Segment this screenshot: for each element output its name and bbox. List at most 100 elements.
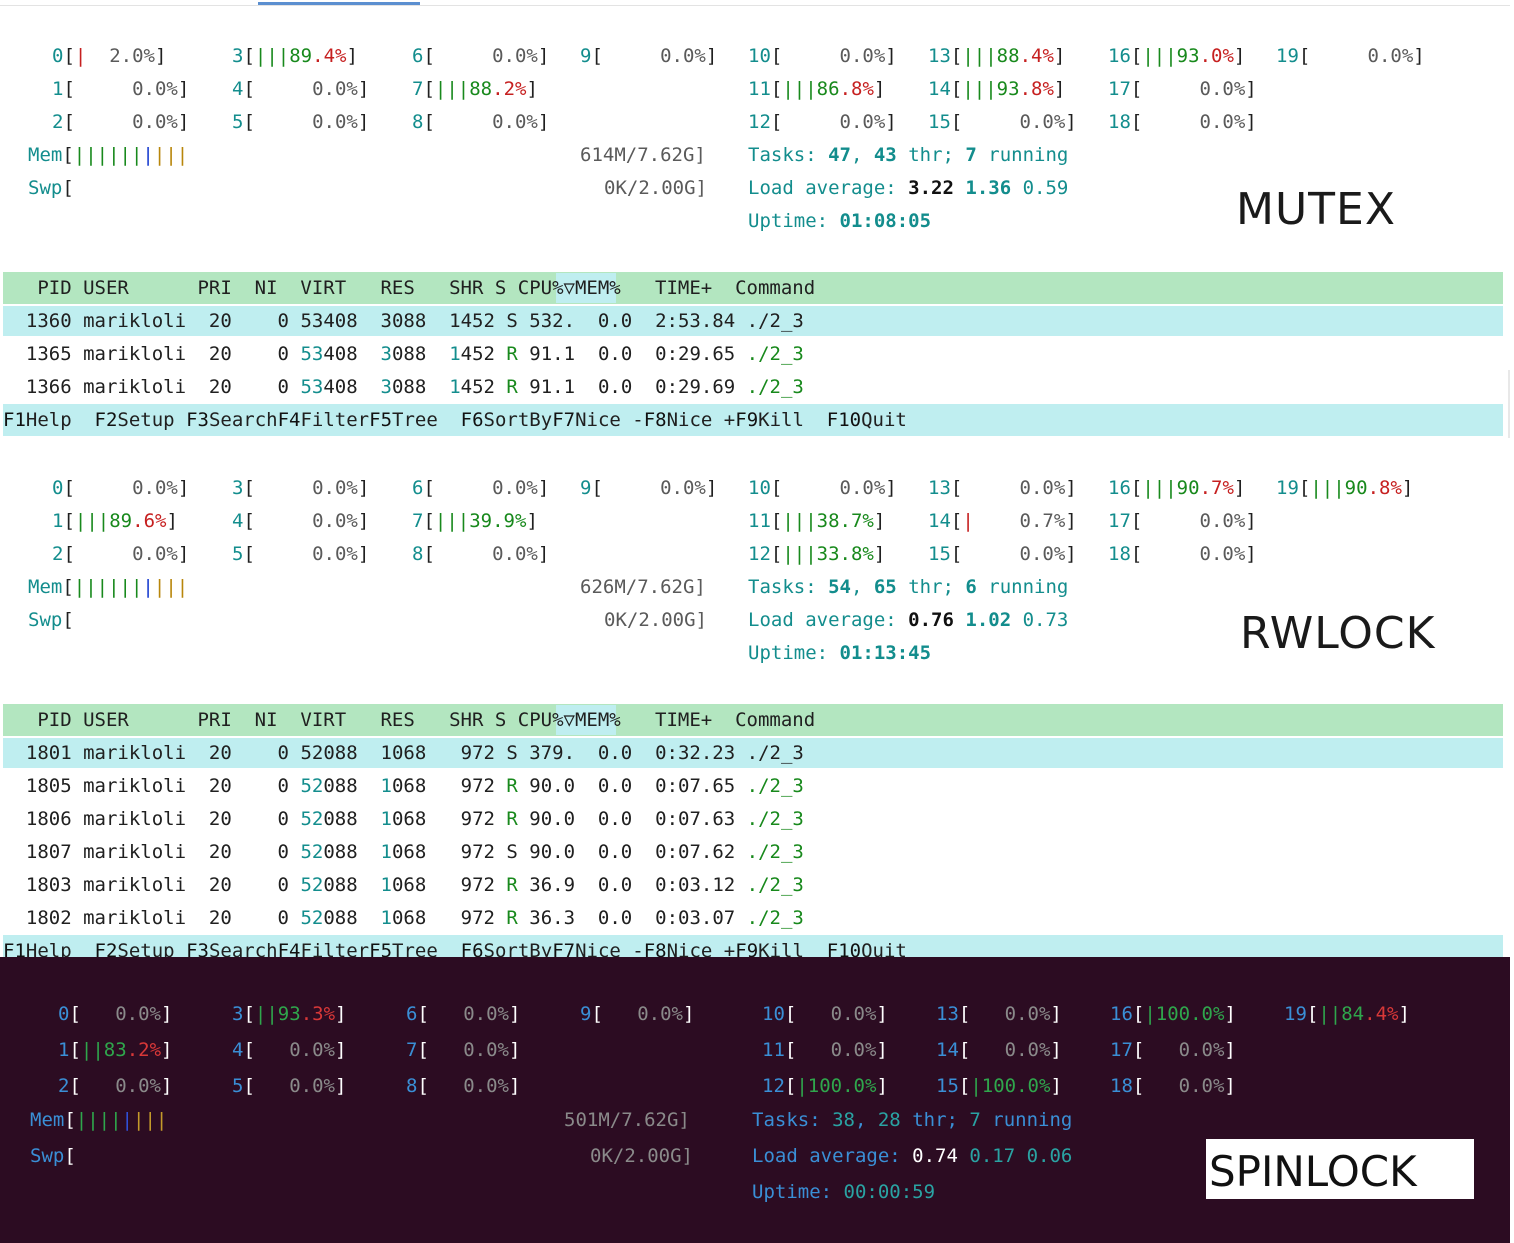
cpu-value-frac: .7%	[1199, 477, 1234, 499]
fkey-f6[interactable]: F6SortBy	[461, 409, 553, 431]
mutex-cpu-meter-6: 6[ 0.0%]	[412, 46, 549, 66]
pid: 1365	[3, 343, 72, 365]
rwlock-cpu-meter-18: 18[ 0.0%]	[1108, 544, 1257, 564]
cpu-value-frac: .4%	[1019, 45, 1054, 67]
cpu-percent: 90.0	[517, 775, 576, 797]
mutex-process-row-1360[interactable]: 1360 marikloli 20 0 53408 3088 1452 S 53…	[3, 311, 804, 331]
mutex-process-row-1366[interactable]: 1366 marikloli 20 0 53408 3088 1452 R 91…	[3, 377, 804, 397]
rwlock-cpu-meter-12: 12[|||33.8%]	[748, 544, 885, 564]
virt-hi: 52	[289, 775, 324, 797]
cpu-number: 19	[1284, 1003, 1307, 1025]
running-label: running	[976, 576, 1069, 598]
shr: 972	[426, 775, 495, 797]
cpu-number: 6	[412, 45, 424, 67]
cpu-value-int: 93	[1176, 45, 1200, 67]
meter-bracket: ]	[1401, 477, 1414, 499]
mutex-cpu-meter-2: 2[ 0.0%]	[52, 112, 189, 132]
cpu-value-frac: .2%	[126, 1039, 162, 1061]
rwlock-cpu-meter-17: 17[ 0.0%]	[1108, 511, 1257, 531]
user: marikloli	[71, 808, 187, 830]
fkey-f5[interactable]: F5Tree	[369, 409, 461, 431]
mutex-cpu-meter-5: 5[ 0.0%]	[232, 112, 369, 132]
cpu-bar: |||	[434, 510, 470, 532]
uptime-value: 00:00:59	[843, 1181, 936, 1203]
rwlock-process-row-1802[interactable]: 1802 marikloli 20 0 52088 1068 972 R 36.…	[3, 908, 804, 928]
time: 0:03.12	[632, 874, 736, 896]
cpu-value: 0.0%	[254, 111, 358, 133]
fkey-f3[interactable]: F3Search	[186, 409, 278, 431]
cpu-bar: |||	[782, 543, 817, 565]
rwlock-process-row-1803[interactable]: 1803 marikloli 20 0 52088 1068 972 R 36.…	[3, 875, 804, 895]
rwlock-mem-meter: Mem[||||||||||	[28, 577, 188, 597]
cpu-number: 10	[748, 477, 771, 499]
mutex-process-row-1365[interactable]: 1365 marikloli 20 0 53408 3088 1452 R 91…	[3, 344, 804, 364]
meter-bracket: [	[417, 1075, 429, 1097]
mutex-cpu-meter-0: 0[| 2.0%]	[52, 46, 166, 66]
window-top-border	[0, 5, 1510, 6]
uptime-value: 01:08:05	[839, 210, 932, 232]
rwlock-process-row-1807[interactable]: 1807 marikloli 20 0 52088 1068 972 S 90.…	[3, 842, 804, 862]
spinlock-cpu-meter-1: 1[||83.2%]	[58, 1040, 172, 1060]
mutex-header-bar-ext	[867, 272, 1503, 304]
meter-bracket: [	[423, 477, 435, 499]
shr-lo: 452	[460, 343, 495, 365]
meter-bracket: [	[69, 1039, 81, 1061]
command: ./2_3	[746, 808, 804, 830]
fkey-f7[interactable]: F7Nice -	[552, 409, 644, 431]
cpu-value-int: 90	[1344, 477, 1368, 499]
cpu-value: 0.0%	[434, 477, 538, 499]
meter-bracket: ]	[526, 510, 538, 532]
cpu-number: 2	[58, 1075, 70, 1097]
virt-hi: 53	[289, 343, 324, 365]
rwlock-process-row-1801[interactable]: 1801 marikloli 20 0 52088 1068 972 S 379…	[3, 743, 804, 763]
mem-percent: 0.0	[575, 310, 633, 332]
mutex-cpu-meter-4: 4[ 0.0%]	[232, 79, 369, 99]
meter-bracket: ]	[357, 510, 370, 532]
command: ./2_3	[746, 742, 804, 764]
cpu-value: 0.7%	[973, 510, 1066, 532]
meter-bracket: [	[62, 177, 74, 199]
fkey-label: Filter	[300, 409, 370, 431]
fkey-f2[interactable]: F2Setup	[95, 409, 187, 431]
cpu-number: 11	[748, 78, 771, 100]
cpu-number: 8	[412, 543, 424, 565]
fkey-f9[interactable]: F9Kill	[735, 409, 827, 431]
meter-bracket: [	[1298, 477, 1311, 499]
mutex-swp-value: 0K/2.00G]	[604, 177, 707, 199]
sp	[1015, 1145, 1026, 1167]
spinlock-cpu-meter-9: 9[ 0.0%]	[580, 1004, 694, 1024]
fkey-f10[interactable]: F10Quit	[827, 409, 907, 431]
cpu-number: 1	[52, 78, 64, 100]
meter-bracket: [	[1130, 477, 1143, 499]
fkey-f8[interactable]: F8Nice +	[644, 409, 736, 431]
meter-bracket: ]	[334, 1075, 347, 1097]
priority: 20	[186, 841, 232, 863]
meter-bracket: ]	[873, 510, 886, 532]
meter-bracket: [	[770, 78, 783, 100]
virt-hi: 52	[289, 907, 324, 929]
rwlock-process-row-1806[interactable]: 1806 marikloli 20 0 52088 1068 972 R 90.…	[3, 809, 804, 829]
mem-percent: 0.0	[575, 874, 633, 896]
cpu-number: 9	[580, 1003, 592, 1025]
cpu-number: 3	[232, 477, 244, 499]
fkey-f4[interactable]: F4Filter	[278, 409, 370, 431]
cpu-value: 38.7%	[816, 510, 874, 532]
meter-bracket: [	[1298, 45, 1311, 67]
meter-bracket: ]	[334, 1039, 347, 1061]
active-tab-indicator[interactable]	[258, 2, 420, 5]
cpu-number: 1	[52, 510, 64, 532]
fkey-code: F2	[94, 409, 118, 431]
meter-bracket: [	[1132, 1003, 1145, 1025]
rwlock-process-row-1805[interactable]: 1805 marikloli 20 0 52088 1068 972 R 90.…	[3, 776, 804, 796]
rwlock-cpu-meter-8: 8[ 0.0%]	[412, 544, 549, 564]
cpu-value-int: 86	[816, 78, 840, 100]
load-label: Load average:	[748, 609, 909, 631]
rwlock-cpu-meter-4: 4[ 0.0%]	[232, 511, 369, 531]
meter-bracket: ]	[1245, 78, 1257, 100]
pid: 1803	[3, 874, 72, 896]
cpu-value-int: 84	[1341, 1003, 1365, 1025]
sp	[735, 775, 746, 797]
fkey-f1[interactable]: F1Help	[3, 409, 95, 431]
meter-bracket: ]	[166, 510, 178, 532]
res-lo: 088	[391, 376, 427, 398]
